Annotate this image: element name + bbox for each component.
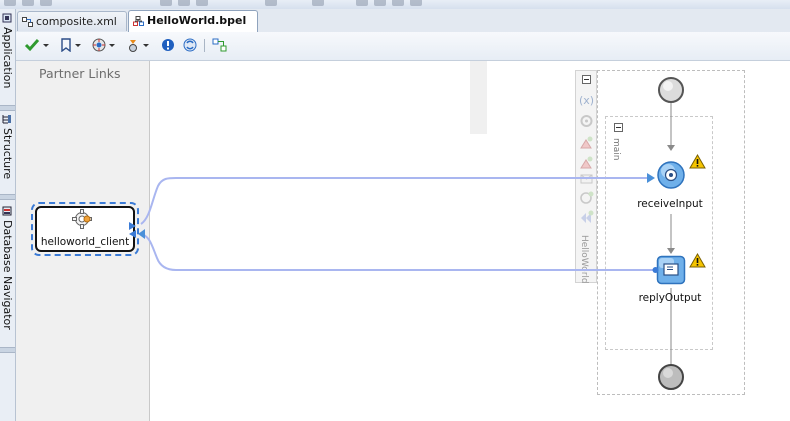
process-start-node[interactable] — [657, 76, 685, 104]
activity-label-receive: receiveInput — [637, 198, 703, 210]
gear-icon — [72, 209, 92, 229]
process-end-node[interactable] — [657, 363, 685, 391]
warning-icon[interactable] — [689, 253, 706, 268]
activity-label-reply: replyOutput — [638, 292, 702, 304]
partner-link-label: helloworld_client — [40, 236, 130, 248]
reply-port — [652, 267, 659, 273]
partner-link-ports[interactable] — [128, 221, 138, 239]
reply-activity-icon[interactable] — [656, 255, 686, 285]
receive-activity-icon[interactable] — [656, 160, 686, 190]
warning-icon[interactable] — [689, 154, 706, 169]
